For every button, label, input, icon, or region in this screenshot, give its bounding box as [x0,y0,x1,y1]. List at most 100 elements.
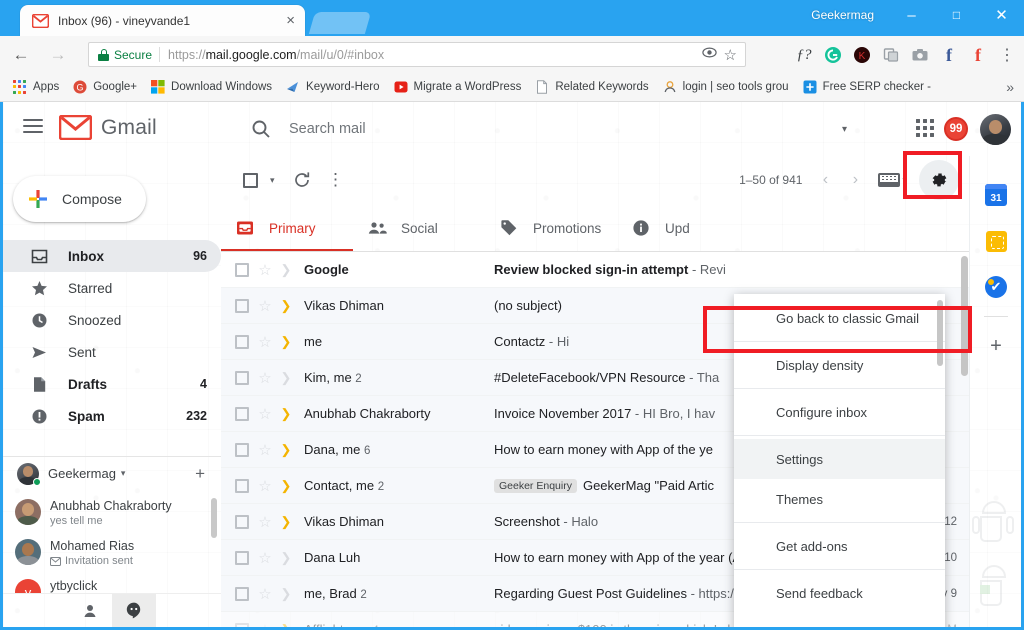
table-row[interactable]: ☆ ❯ Google Review blocked sign-in attemp… [221,252,969,288]
search-input[interactable]: Search mail [289,121,366,137]
row-checkbox[interactable] [235,334,249,349]
google-keep-icon[interactable] [970,218,1021,264]
grammarly-extension-icon[interactable] [820,42,846,68]
more-vertical-icon[interactable]: ⋮ [319,163,353,197]
bookmark-login-seo-tools[interactable]: login | seo tools grou [656,76,796,98]
select-all-caret-icon[interactable]: ▾ [270,175,275,186]
importance-marker-icon[interactable]: ❯ [276,478,296,494]
settings-gear-button[interactable] [919,160,959,200]
row-checkbox[interactable] [235,622,249,627]
close-window-button[interactable]: ✕ [979,0,1024,30]
menu-item-go-back-to-classic-gmail[interactable]: Go back to classic Gmail [734,298,945,338]
notification-badge[interactable]: 99 [944,117,968,141]
star-icon[interactable]: ☆ [254,441,276,459]
fontface-ninja-extension-icon[interactable]: ƒ? [791,42,817,68]
row-checkbox[interactable] [235,514,249,529]
row-checkbox[interactable] [235,262,249,277]
importance-marker-icon[interactable]: ❯ [276,334,296,350]
mail-list-scrollbar[interactable] [961,256,968,376]
menu-item-send-feedback[interactable]: Send feedback [734,573,945,613]
chat-scrollbar[interactable] [211,498,217,538]
star-icon[interactable]: ☆ [254,261,276,279]
importance-marker-icon[interactable]: ❯ [276,298,296,314]
menu-item-configure-inbox[interactable]: Configure inbox [734,392,945,432]
google-tasks-icon[interactable]: ✔ [970,264,1021,310]
importance-marker-icon[interactable]: ❯ [276,406,296,422]
sidebar-item-inbox[interactable]: Inbox 96 [3,240,221,272]
star-icon[interactable]: ☆ [254,333,276,351]
hamburger-icon[interactable] [23,119,43,137]
star-icon[interactable]: ☆ [254,549,276,567]
search-bar[interactable]: Search mail ▾ [243,112,853,146]
next-page-icon[interactable]: › [840,165,870,195]
address-bar[interactable]: Secure https://mail.google.com/mail/u/0/… [88,42,746,67]
menu-scrollbar[interactable] [937,300,943,366]
importance-marker-icon[interactable]: ❯ [276,622,296,628]
window-account-label[interactable]: Geekermag [811,8,874,22]
keyboard-caret-icon[interactable]: ▾ [902,175,907,186]
minimize-button[interactable]: – [889,0,934,30]
menu-item-settings[interactable]: Settings [734,439,945,479]
add-contact-icon[interactable]: + [195,464,205,484]
bookmark-free-serp-checker[interactable]: Free SERP checker - [796,76,938,98]
forward-icon[interactable]: → [42,40,74,70]
star-icon[interactable]: ☆ [254,513,276,531]
maximize-button[interactable]: □ [934,0,979,30]
tab-primary[interactable]: Primary [221,204,353,252]
gmail-logo[interactable]: Gmail [58,114,157,141]
bookmarks-overflow-icon[interactable]: » [1006,79,1014,95]
screenshot-extension-icon[interactable] [907,42,933,68]
bookmark-star-icon[interactable]: ☆ [724,46,737,64]
chrome-menu-icon[interactable]: ⋮ [994,42,1020,68]
select-all-checkbox[interactable] [233,163,267,197]
sidebar-item-snoozed[interactable]: Snoozed [3,304,221,336]
sidebar-item-starred[interactable]: Starred [3,272,221,304]
menu-item-display-density[interactable]: Display density [734,345,945,385]
search-options-icon[interactable]: ▾ [842,124,847,135]
sidebar-item-sent[interactable]: Sent [3,336,221,368]
row-checkbox[interactable] [235,298,249,313]
hangouts-tab[interactable] [112,593,156,627]
row-checkbox[interactable] [235,406,249,421]
google-calendar-icon[interactable]: 31 [970,172,1021,218]
row-checkbox[interactable] [235,478,249,493]
compose-button[interactable]: Compose [13,176,146,222]
star-icon[interactable]: ☆ [254,369,276,387]
row-checkbox[interactable] [235,442,249,457]
facebook-pixel-extension-icon[interactable]: f [936,42,962,68]
refresh-icon[interactable] [285,163,319,197]
menu-item-get-add-ons[interactable]: Get add-ons [734,526,945,566]
avatar[interactable] [980,114,1011,145]
bookmark-keyword-hero[interactable]: Keyword-Hero [279,76,387,98]
bookmark-related-keywords[interactable]: Related Keywords [528,76,655,98]
sidebar-item-drafts[interactable]: Drafts 4 [3,368,221,400]
list-item[interactable]: y ytbyclick Invitation sent [3,572,221,593]
star-icon[interactable]: ☆ [254,585,276,603]
importance-marker-icon[interactable]: ❯ [276,262,296,278]
star-icon[interactable]: ☆ [254,477,276,495]
importance-marker-icon[interactable]: ❯ [276,514,296,530]
row-checkbox[interactable] [235,370,249,385]
add-addon-button[interactable]: + [970,323,1021,369]
save-page-icon[interactable] [701,46,717,64]
row-checkbox[interactable] [235,550,249,565]
menu-item-help[interactable]: Help [734,613,945,628]
list-item[interactable]: Mohamed Rias Invitation sent [3,532,221,572]
importance-marker-icon[interactable]: ❯ [276,370,296,386]
google-apps-icon[interactable] [916,119,934,137]
chevron-down-icon[interactable]: ▾ [121,468,126,479]
hangouts-account-row[interactable]: Geekermag ▾ + [3,456,221,490]
new-tab-button[interactable] [308,12,372,34]
tab-close-icon[interactable]: × [284,13,297,28]
importance-marker-icon[interactable]: ❯ [276,586,296,602]
prev-page-icon[interactable]: ‹ [810,165,840,195]
star-icon[interactable]: ☆ [254,405,276,423]
importance-marker-icon[interactable]: ❯ [276,442,296,458]
star-icon[interactable]: ☆ [254,297,276,315]
tab-promotions[interactable]: Promotions [485,204,617,252]
bookmark-apps[interactable]: Apps [6,76,66,98]
row-checkbox[interactable] [235,586,249,601]
contacts-tab[interactable] [68,594,112,628]
bookmark-download-windows[interactable]: Download Windows [144,76,279,98]
importance-marker-icon[interactable]: ❯ [276,550,296,566]
